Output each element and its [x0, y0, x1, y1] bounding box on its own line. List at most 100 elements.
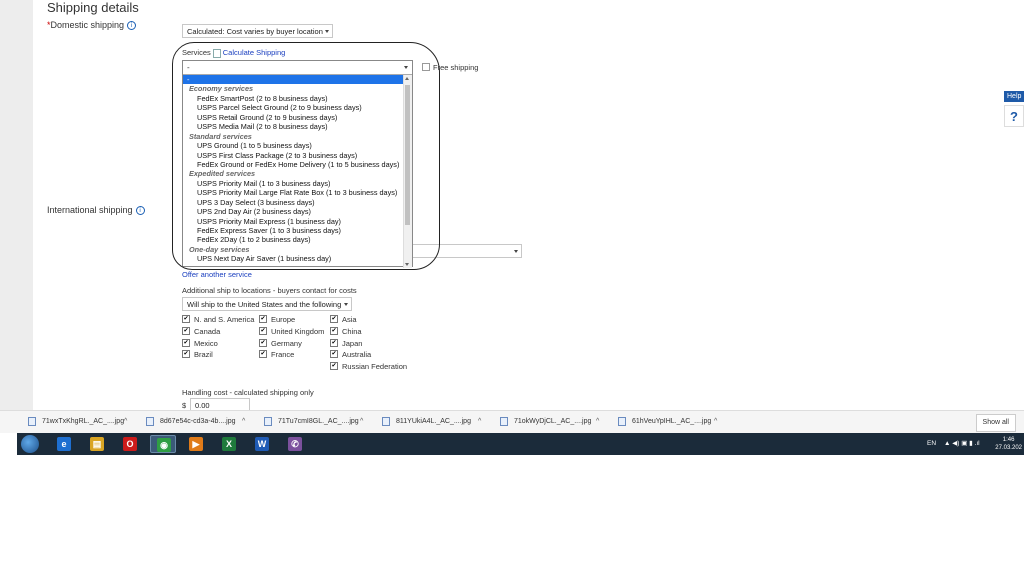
- checkbox-check-icon[interactable]: ✔: [182, 350, 190, 359]
- help-question-icon[interactable]: ?: [1004, 105, 1024, 127]
- info-icon[interactable]: i: [127, 21, 137, 31]
- checkbox-check-icon[interactable]: ✔: [259, 315, 267, 324]
- download-item[interactable]: 71Tu7cmI8GL._AC_....jpg ^: [264, 411, 363, 433]
- location-checkbox[interactable]: ✔ Germany: [259, 339, 302, 349]
- checkbox-check-icon[interactable]: ✔: [259, 338, 267, 347]
- service-option[interactable]: USPS Retail Ground (2 to 9 business days…: [183, 113, 404, 122]
- location-checkbox[interactable]: ✔ Canada: [182, 327, 220, 337]
- service-option[interactable]: USPS Priority Mail (1 to 3 business days…: [183, 179, 404, 188]
- download-item[interactable]: 71okWyDjCL._AC_....jpg ^: [500, 411, 599, 433]
- location-checkbox[interactable]: ✔ Russian Federation: [330, 362, 407, 372]
- excel-icon[interactable]: X: [216, 435, 242, 453]
- checkbox-check-icon[interactable]: ✔: [259, 326, 267, 335]
- service-option[interactable]: FedEx SmartPost (2 to 8 business days): [183, 94, 404, 103]
- checkbox-check-icon[interactable]: ✔: [182, 315, 190, 324]
- scroll-thumb[interactable]: [405, 85, 410, 225]
- location-checkbox[interactable]: ✔ Australia: [330, 350, 371, 360]
- help-tab[interactable]: Help: [1004, 91, 1024, 102]
- service-option[interactable]: FedEx Ground or FedEx Home Delivery (1 t…: [183, 160, 404, 169]
- viber-icon[interactable]: ✆: [282, 435, 308, 453]
- word-icon[interactable]: W: [249, 435, 275, 453]
- checkbox-check-icon[interactable]: ✔: [330, 315, 338, 324]
- browser-page: Shipping details *Domestic shipping i Cal…: [0, 0, 1024, 410]
- shipping-service-dropdown[interactable]: - - Economy services FedEx SmartPost (2 to…: [182, 60, 413, 268]
- ship-to-select[interactable]: Will ship to the United States and the f…: [182, 297, 352, 311]
- service-select-current[interactable]: -: [183, 61, 412, 75]
- chevron-down-icon: [404, 66, 408, 69]
- chevron-up-icon[interactable]: ^: [242, 411, 245, 433]
- scroll-up-icon[interactable]: [405, 77, 409, 80]
- app-glyph: ✆: [288, 437, 302, 451]
- chevron-up-icon[interactable]: ^: [596, 411, 599, 433]
- checkbox-check-icon[interactable]: ✔: [330, 350, 338, 359]
- download-item[interactable]: 61hVeuYpIHL._AC_....jpg ^: [618, 411, 717, 433]
- opera-icon[interactable]: O: [117, 435, 143, 453]
- info-icon[interactable]: i: [135, 206, 145, 216]
- checkbox-check-icon[interactable]: ✔: [330, 326, 338, 335]
- location-checkbox[interactable]: ✔ Mexico: [182, 339, 218, 349]
- service-option[interactable]: UPS Ground (1 to 5 business days): [183, 141, 404, 150]
- location-checkbox[interactable]: ✔ United Kingdom: [259, 327, 324, 337]
- checkbox-check-icon[interactable]: ✔: [182, 326, 190, 335]
- location-checkbox[interactable]: ✔ France: [259, 350, 294, 360]
- domestic-shipping-label: *Domestic shipping i: [47, 20, 137, 31]
- chevron-up-icon[interactable]: ^: [124, 411, 127, 433]
- service-option[interactable]: FedEx Express Saver (1 to 3 business day…: [183, 226, 404, 235]
- download-item[interactable]: 71wxTxKhgRL._AC_....jpg ^: [28, 411, 127, 433]
- location-checkbox[interactable]: ✔ Japan: [330, 339, 362, 349]
- service-option[interactable]: UPS Next Day Air Saver (1 business day): [183, 254, 404, 263]
- offer-another-service-link[interactable]: Offer another service: [182, 270, 252, 279]
- show-all-button[interactable]: Show all: [975, 414, 1016, 432]
- chevron-up-icon[interactable]: ^: [478, 411, 481, 433]
- chevron-up-icon[interactable]: ^: [360, 411, 363, 433]
- checkbox-check-icon[interactable]: ✔: [259, 350, 267, 359]
- app-glyph: e: [57, 437, 71, 451]
- location-label: Europe: [271, 315, 296, 324]
- service-option[interactable]: USPS First Class Package (2 to 3 busines…: [183, 151, 404, 160]
- calculate-shipping-link[interactable]: Calculate Shipping: [223, 48, 286, 57]
- downloads-bar: 71wxTxKhgRL._AC_....jpg ^ 8d67e54c-cd3a-4b…: [0, 410, 1024, 433]
- service-option[interactable]: USPS Priority Mail Express (1 business d…: [183, 217, 404, 226]
- location-checkbox[interactable]: ✔ Asia: [330, 315, 357, 325]
- media-player-icon[interactable]: ▶: [183, 435, 209, 453]
- chevron-up-icon[interactable]: ^: [714, 411, 717, 433]
- explorer-icon[interactable]: ▤: [84, 435, 110, 453]
- download-filename: 811YUkiA4L._AC_....jpg: [396, 418, 471, 425]
- checkbox-check-icon[interactable]: ✔: [330, 338, 338, 347]
- service-option[interactable]: -: [183, 75, 404, 85]
- ie-icon[interactable]: e: [51, 435, 77, 453]
- service-option[interactable]: FedEx 2Day (1 to 2 business days): [183, 235, 404, 244]
- free-shipping-label: Free shipping: [433, 63, 479, 72]
- download-item[interactable]: 8d67e54c-cd3a-4b....jpg ^: [146, 411, 245, 433]
- location-checkbox[interactable]: ✔ Brazil: [182, 350, 213, 360]
- dropdown-scrollbar[interactable]: [403, 75, 412, 268]
- additional-locations-label: Additional ship to locations - buyers co…: [182, 286, 357, 295]
- image-file-icon: [28, 416, 36, 426]
- image-file-icon: [382, 416, 390, 426]
- tray-icons[interactable]: ▲ ◀) ▣ ▮ .ıl: [944, 433, 980, 455]
- international-service-select[interactable]: [413, 244, 522, 258]
- handling-cost-input[interactable]: 0.00: [190, 398, 250, 410]
- clock[interactable]: 1:46 27.03.202: [995, 436, 1022, 452]
- start-button-icon[interactable]: [21, 435, 39, 453]
- location-checkbox[interactable]: ✔ China: [330, 327, 362, 337]
- download-item[interactable]: 811YUkiA4L._AC_....jpg ^: [382, 411, 481, 433]
- service-option[interactable]: USPS Parcel Select Ground (2 to 9 busine…: [183, 103, 404, 112]
- chrome-icon[interactable]: ◉: [150, 435, 176, 453]
- location-checkbox[interactable]: ✔ N. and S. America: [182, 315, 254, 325]
- checkbox-check-icon[interactable]: ✔: [330, 362, 338, 371]
- service-option[interactable]: UPS 3 Day Select (3 business days): [183, 198, 404, 207]
- checkbox-check-icon[interactable]: ✔: [182, 338, 190, 347]
- scroll-down-icon[interactable]: [405, 263, 409, 266]
- location-checkbox[interactable]: ✔ Europe: [259, 315, 295, 325]
- service-option[interactable]: USPS Priority Mail Large Flat Rate Box (…: [183, 188, 404, 197]
- service-option[interactable]: USPS Media Mail (2 to 8 business days): [183, 122, 404, 131]
- free-shipping-checkbox[interactable]: [422, 63, 430, 71]
- service-option[interactable]: UPS 2nd Day Air (2 business days): [183, 207, 404, 216]
- language-indicator[interactable]: EN: [927, 433, 936, 455]
- location-label: France: [271, 350, 295, 360]
- location-label: Brazil: [194, 350, 213, 360]
- handling-cost-label: Handling cost - calculated shipping only: [182, 388, 314, 397]
- shipping-cost-type-select[interactable]: Calculated: Cost varies by buyer locatio…: [182, 24, 333, 38]
- option-group-label: Standard services: [189, 131, 252, 141]
